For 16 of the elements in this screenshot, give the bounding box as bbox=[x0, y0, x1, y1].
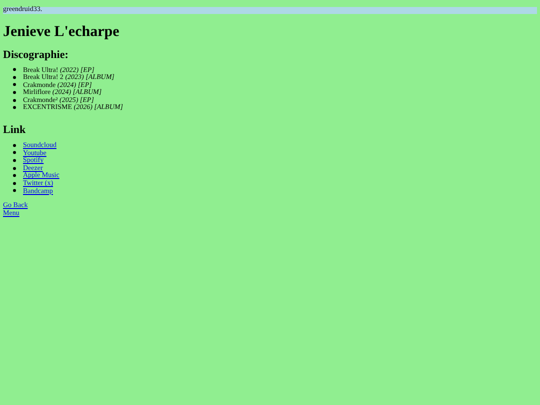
bullet-icon bbox=[13, 159, 16, 162]
bullet-icon bbox=[13, 68, 16, 72]
section-heading: Link bbox=[3, 124, 27, 136]
bullet-icon bbox=[13, 174, 16, 178]
bullet-icon bbox=[13, 91, 16, 94]
artist-name: Jenieve L'echarpe bbox=[3, 24, 120, 40]
bullet-icon bbox=[13, 83, 16, 86]
bullet-icon bbox=[13, 144, 16, 147]
bullet-icon bbox=[13, 166, 16, 170]
bullet-icon bbox=[13, 98, 16, 102]
bullet-icon bbox=[13, 106, 16, 110]
bullet-icon bbox=[13, 189, 16, 192]
bullet-icon bbox=[13, 76, 16, 79]
section-heading: Discographie: bbox=[3, 48, 70, 60]
bullet-icon bbox=[13, 151, 16, 154]
bullet-icon bbox=[13, 182, 16, 185]
